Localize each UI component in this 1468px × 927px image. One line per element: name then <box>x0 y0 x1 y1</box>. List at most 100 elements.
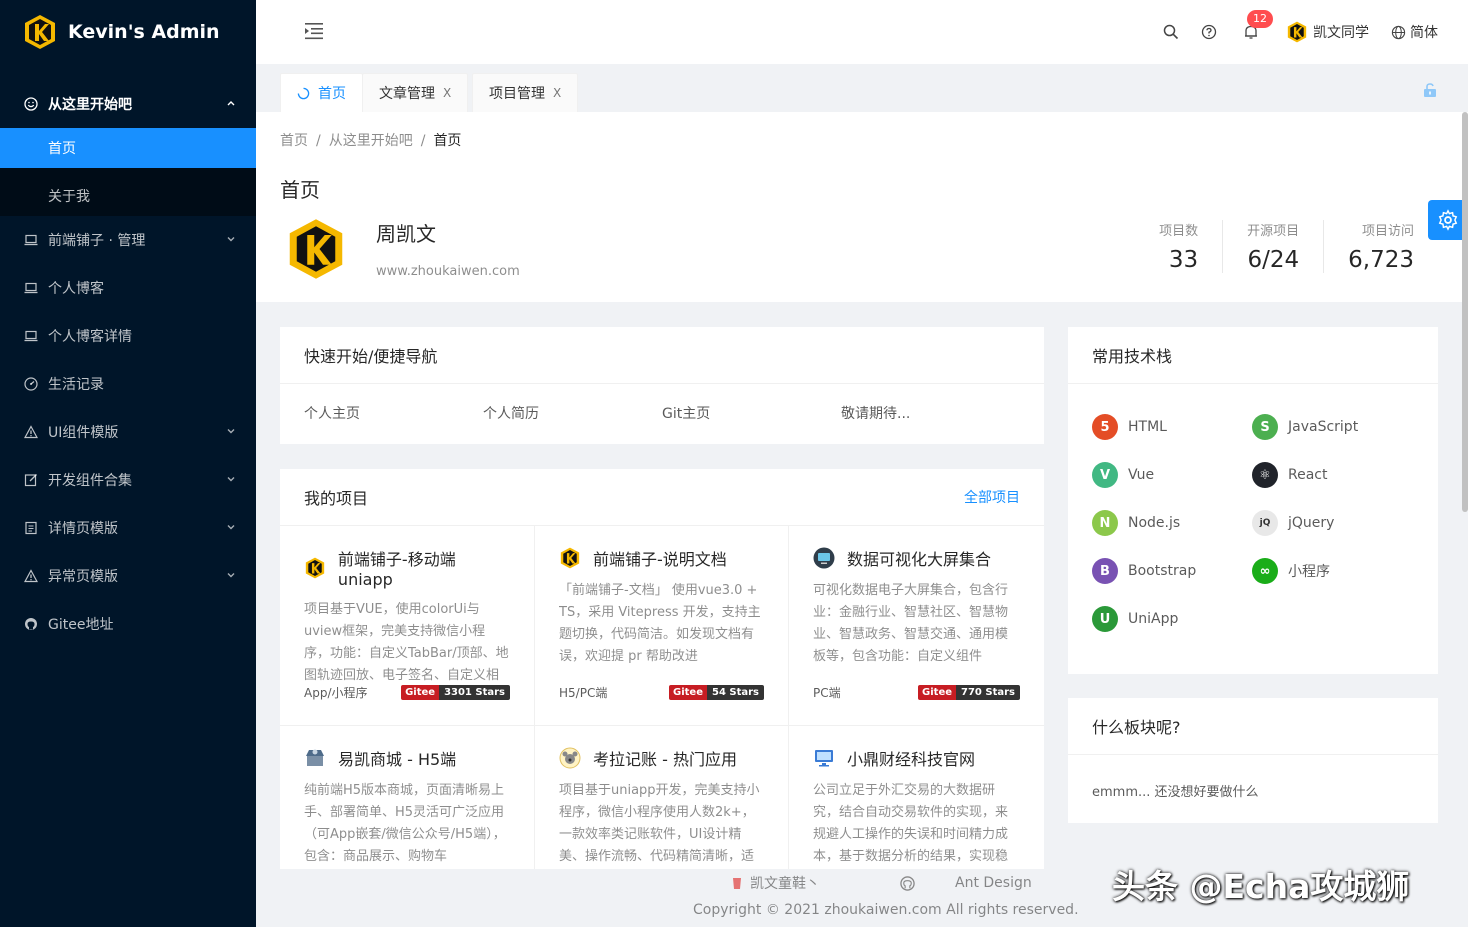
sidebar-item[interactable]: 异常页模版 <box>0 552 256 600</box>
project-title-text: 前端铺子-移动端uniapp <box>337 550 456 589</box>
gitee-stars-badge[interactable]: Gitee 770 Stars <box>918 685 1020 700</box>
gitee-badge-label: Gitee <box>669 685 707 700</box>
sidebar-group-label: 从这里开始吧 <box>48 97 132 113</box>
quick-link[interactable]: 个人简历 <box>483 403 662 423</box>
help-icon[interactable] <box>1201 24 1217 40</box>
header-actions: 12 凯文同学 简体 <box>1141 0 1438 64</box>
all-projects-link[interactable]: 全部项目 <box>964 487 1020 507</box>
profile-site[interactable]: www.zhoukaiwen.com <box>376 264 520 279</box>
footer-link-antd[interactable]: Ant Design <box>955 875 1032 891</box>
notification-bell[interactable]: 12 <box>1243 10 1273 40</box>
sidebar-item-label: 个人博客详情 <box>48 329 132 345</box>
globe-icon <box>1391 25 1406 39</box>
tab-projects[interactable]: 项目管理 X <box>472 73 579 112</box>
react-icon: ⚛ <box>1252 462 1278 488</box>
miniprogram-icon: ∞ <box>1252 558 1278 584</box>
close-icon[interactable]: X <box>553 86 561 100</box>
search-icon[interactable] <box>1163 24 1179 40</box>
stat-value: 33 <box>1168 247 1199 273</box>
project-type: H5/PC端 <box>559 686 608 700</box>
sidebar-item[interactable]: 前端铺子 · 管理 <box>0 216 256 264</box>
stat-value: 6,723 <box>1348 247 1414 273</box>
kevin-logo-icon <box>559 547 581 569</box>
sidebar-item[interactable]: 开发组件合集 <box>0 456 256 504</box>
stat-visits: 项目访问 6,723 <box>1323 220 1414 273</box>
footer-links: 凯文童鞋丶 Ant Design <box>730 873 1072 893</box>
stat-label: 项目数 <box>1159 224 1199 239</box>
sidebar-item-label: 首页 <box>48 141 76 157</box>
footer-link-author[interactable]: 凯文童鞋丶 <box>730 873 860 893</box>
project-card[interactable]: 易凯商城 - H5端 纯前端H5版本商城，页面清晰易上手、部署简单、H5灵活可广泛… <box>280 726 535 869</box>
quick-link[interactable]: 个人主页 <box>304 403 483 423</box>
tech-item: ⚛ React <box>1252 462 1412 488</box>
gear-icon <box>1438 209 1458 231</box>
sidebar-item-about[interactable]: 关于我 <box>0 176 256 216</box>
language-switch[interactable]: 简体 <box>1391 22 1438 42</box>
project-card[interactable]: 前端铺子-移动端uniapp 项目基于VUE，使用colorUi与uview框架，… <box>280 526 535 726</box>
tab-articles[interactable]: 文章管理 X <box>362 73 469 112</box>
tab-home[interactable]: 首页 <box>280 73 363 112</box>
dashboard-icon <box>24 377 38 391</box>
tabs-bar: 首页 文章管理 X 项目管理 X <box>256 64 1468 112</box>
project-card[interactable]: 考拉记账 - 热门应用项目基于uniapp开发，完美支持小程序，微信小程序使用人… <box>535 726 789 869</box>
scroll-thumb[interactable] <box>1462 112 1468 512</box>
project-card[interactable]: 数据可视化大屏集合 可视化数据电子大屏集合，包含行业：金融行业、智慧社区、智慧物业… <box>789 526 1044 726</box>
page-title: 首页 <box>280 178 320 202</box>
tech-label: Node.js <box>1128 515 1181 531</box>
sidebar-item-home[interactable]: 首页 <box>0 128 256 168</box>
user-name: 凯文同学 <box>1313 25 1369 41</box>
breadcrumb-item[interactable]: 首页 <box>280 133 308 149</box>
cup-icon <box>733 878 741 889</box>
stat-projects: 项目数 33 <box>1159 220 1222 273</box>
close-icon[interactable]: X <box>443 86 451 100</box>
project-desc: 项目基于VUE，使用colorUi与uview框架，完美支持微信小程序，功能：自… <box>304 602 509 683</box>
unlock-icon[interactable] <box>1422 82 1438 98</box>
project-footer: H5/PC端 Gitee 54 Stars <box>559 684 764 701</box>
gitee-stars-badge[interactable]: Gitee 3301 Stars <box>401 685 510 700</box>
vue-icon: V <box>1092 462 1118 488</box>
breadcrumb-item[interactable]: 从这里开始吧 <box>329 133 413 149</box>
chevron-down-icon <box>227 573 235 578</box>
warning-icon <box>24 425 38 439</box>
sidebar-item[interactable]: Gitee地址 <box>0 600 256 648</box>
github-icon <box>900 875 915 891</box>
laptop-icon <box>24 233 38 247</box>
sidebar-item-label: 个人博客 <box>48 281 104 297</box>
user-menu[interactable]: 凯文同学 <box>1287 21 1369 43</box>
javascript-icon: S <box>1252 414 1278 440</box>
sidebar-item[interactable]: 详情页模版 <box>0 504 256 552</box>
sidebar-group-start[interactable]: 从这里开始吧 <box>0 80 256 128</box>
quick-link[interactable]: Git主页 <box>662 403 841 423</box>
tech-item: S JavaScript <box>1252 414 1412 440</box>
project-title: 数据可视化大屏集合 <box>813 546 1020 570</box>
tech-item: N Node.js <box>1092 510 1252 536</box>
project-card[interactable]: 小鼎财经科技官网 公司立足于外汇交易的大数据研究，结合自动交易软件的实现，来规避人… <box>789 726 1044 869</box>
html5-icon: 5 <box>1092 414 1118 440</box>
menu-fold-icon[interactable] <box>304 22 324 40</box>
project-title: 考拉记账 - 热门应用 <box>559 746 764 770</box>
sidebar-item-label: 异常页模版 <box>48 569 118 585</box>
tech-stack-card: 常用技术栈 5 HTML S JavaScript V Vue ⚛ React N Node.js… <box>1068 327 1438 674</box>
gitee-stars-badge[interactable]: Gitee 54 Stars <box>669 685 764 700</box>
project-desc: 项目基于uniapp开发，完美支持小程序，微信小程序使用人数2k+，一款效率类记… <box>559 783 760 864</box>
tab-label: 首页 <box>318 86 346 102</box>
logo[interactable]: Kevin's Admin <box>0 0 256 64</box>
sidebar-item[interactable]: 生活记录 <box>0 360 256 408</box>
tech-item: U UniApp <box>1092 606 1252 632</box>
chevron-up-icon <box>227 101 235 106</box>
desktop-icon <box>813 747 835 769</box>
scrollbar[interactable] <box>1462 112 1468 872</box>
quick-link[interactable]: 敬请期待... <box>841 403 1020 423</box>
sidebar-item[interactable]: UI组件模版 <box>0 408 256 456</box>
footer-link-github[interactable] <box>900 875 915 891</box>
breadcrumb-item: 首页 <box>433 133 462 149</box>
monitor-icon <box>813 547 835 569</box>
project-card[interactable]: 前端铺子-说明文档 「前端铺子-文档」 使用vue3.0 + TS，采用 Vite… <box>535 526 789 726</box>
sidebar-item[interactable]: 个人博客详情 <box>0 312 256 360</box>
card-title: 我的项目 全部项目 <box>280 469 1044 526</box>
gitee-badge-label: Gitee <box>918 685 957 700</box>
project-footer: PC端 Gitee 770 Stars <box>813 684 1020 701</box>
avatar <box>1287 21 1307 43</box>
sidebar-item[interactable]: 个人博客 <box>0 264 256 312</box>
quick-links: 个人主页 个人简历 Git主页 敬请期待... <box>280 384 1044 442</box>
